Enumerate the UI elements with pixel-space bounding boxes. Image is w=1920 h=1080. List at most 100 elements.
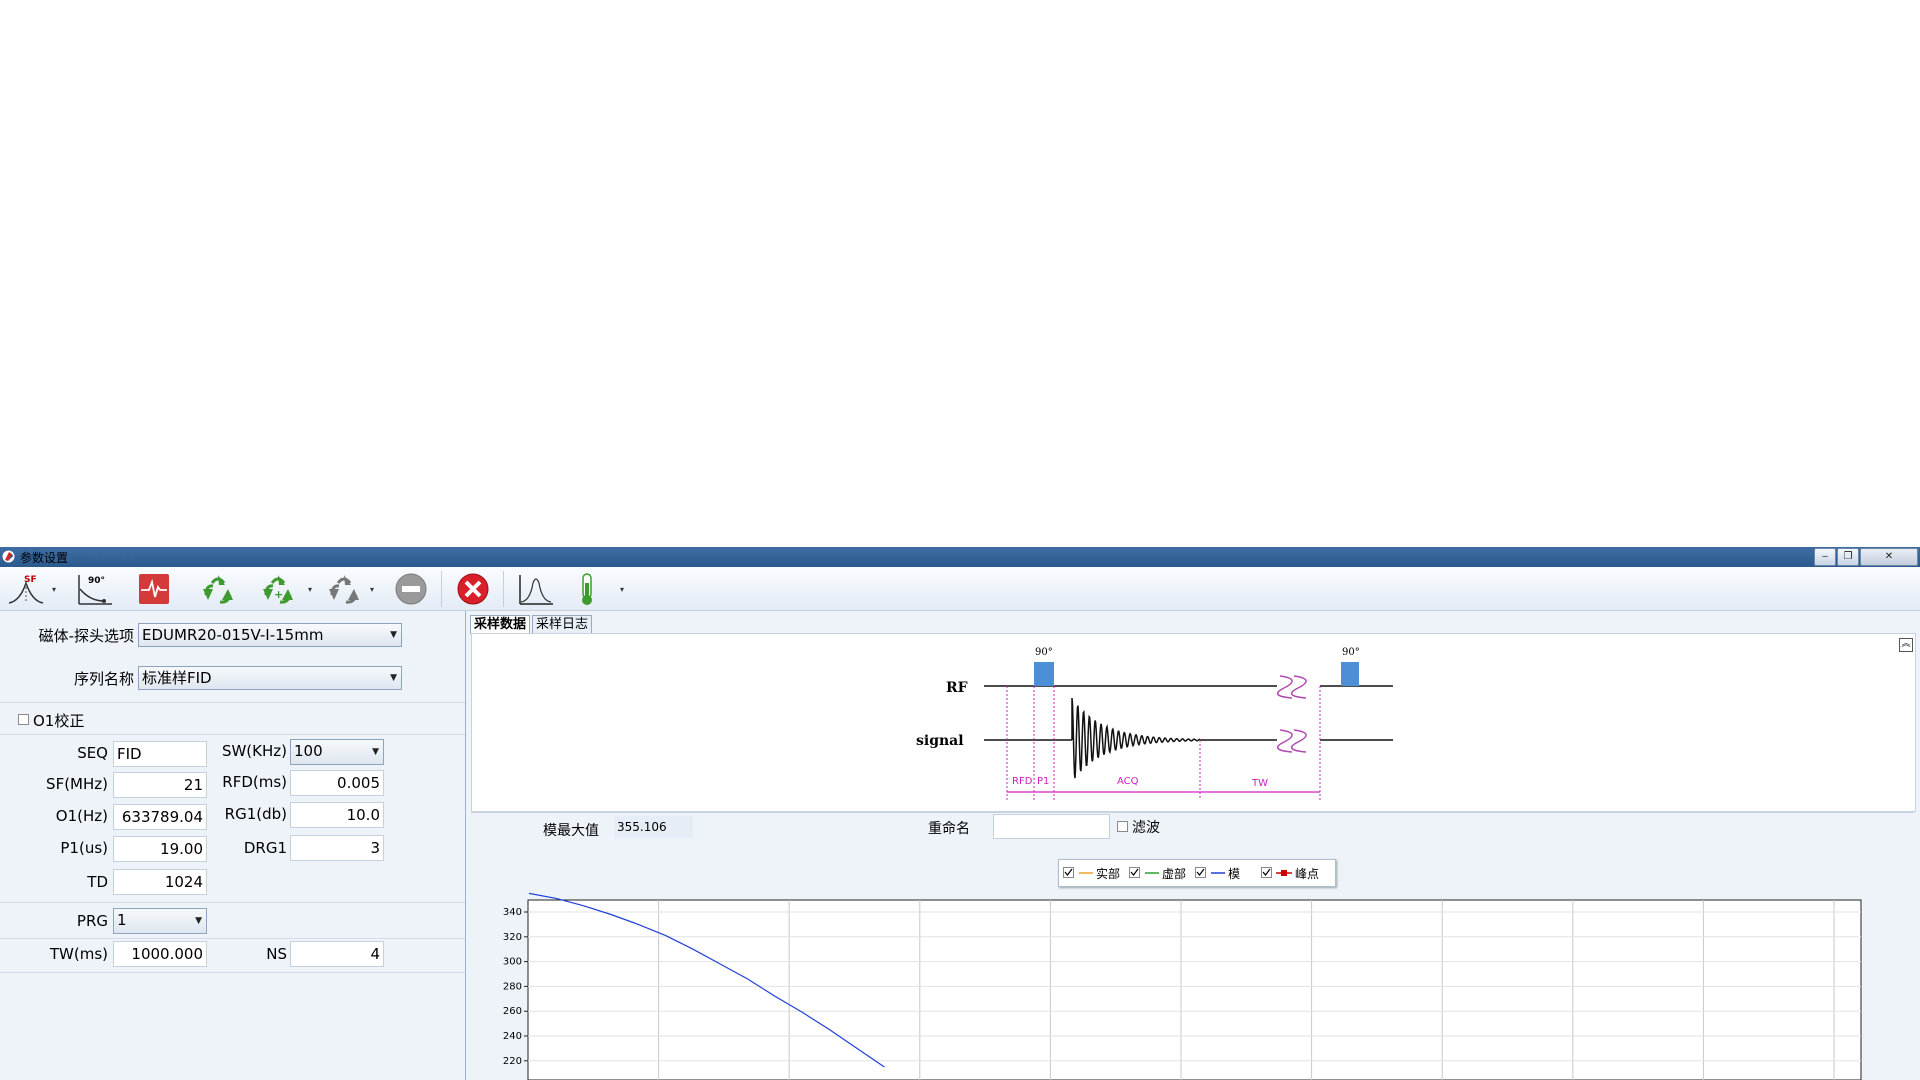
pulse-90-label-1: 90° — [1035, 647, 1053, 658]
tab-sampling-data[interactable]: 采样数据 — [470, 615, 531, 634]
tw-label: TW(ms) — [49, 945, 108, 963]
peak-curve-button[interactable] — [515, 571, 555, 607]
max-modulus-value: 355.106 — [614, 816, 693, 838]
temperature-button[interactable] — [573, 571, 601, 607]
recycle-gray-icon — [329, 575, 359, 604]
chevron-down-icon: ▼ — [390, 630, 397, 640]
break-symbol-signal — [1276, 729, 1307, 753]
toolbar-separator — [441, 571, 442, 607]
acq-timing-label: ACQ — [1117, 776, 1139, 787]
rfd-field[interactable]: 0.005 — [290, 770, 384, 796]
prg-select[interactable]: 1 ▼ — [113, 908, 207, 934]
collapse-icon[interactable]: ︽ — [1899, 638, 1913, 652]
y-tick-label: 300 — [503, 957, 522, 968]
sf-frequency-icon: SF — [8, 575, 44, 604]
recycle-green-add-icon: + — [263, 575, 293, 604]
rename-input[interactable] — [993, 814, 1110, 839]
rf-pulse-2 — [1341, 662, 1359, 686]
thermometer-icon — [582, 573, 592, 605]
plot-area — [527, 899, 1862, 1080]
rfd-label: RFD(ms) — [222, 773, 287, 791]
svg-text:+: + — [274, 588, 283, 601]
drg1-field[interactable]: 3 — [290, 835, 384, 861]
o1-correction-label: O1校正 — [33, 712, 85, 730]
max-modulus-label: 模最大值 — [543, 823, 599, 839]
magnet-probe-select[interactable]: EDUMR20-015V-I-15mm ▼ — [138, 623, 402, 647]
info-bar: 模最大值 355.106 重命名 滤波 — [471, 812, 1914, 841]
chevron-down-icon: ▼ — [195, 916, 202, 926]
tab-sampling-log[interactable]: 采样日志 — [532, 615, 593, 635]
y-tick-label: 260 — [503, 1006, 522, 1017]
signal-monitor-button[interactable] — [137, 571, 171, 607]
sf-field[interactable]: 21 — [113, 772, 207, 798]
recycle-green-icon — [203, 575, 233, 604]
sf-frequency-button[interactable]: SF — [6, 571, 46, 607]
recycle-add-dropdown-arrow[interactable]: ▾ — [308, 585, 312, 594]
p1-label: P1(us) — [60, 839, 108, 857]
close-red-icon — [457, 573, 489, 605]
o1-field[interactable]: 633789.04 — [113, 804, 207, 830]
title-bar: 参数设置 ·· ·· ·· ·· ·· ‒ ❐ ✕ — [0, 547, 1920, 567]
y-tick-label: 240 — [503, 1031, 522, 1042]
sf-dropdown-arrow[interactable]: ▾ — [52, 585, 56, 594]
p1-timing-label: P1 — [1037, 776, 1049, 787]
filter-checkbox[interactable] — [1117, 821, 1128, 832]
parameter-settings-window: 参数设置 ·· ·· ·· ·· ·· ‒ ❐ ✕ SF ▾ 90° + ▾ ▾… — [0, 547, 1920, 1080]
recycle-add-button[interactable]: + — [260, 571, 296, 607]
close-window-button[interactable]: ✕ — [1860, 548, 1918, 566]
toolbar-separator — [503, 571, 504, 607]
sw-value: 100 — [294, 742, 323, 760]
tw-field[interactable]: 1000.000 — [113, 941, 207, 967]
sequence-name-value: 标准样FID — [142, 669, 212, 687]
y-tick-label: 220 — [503, 1056, 522, 1067]
sw-select[interactable]: 100 ▼ — [290, 739, 384, 765]
ns-field[interactable]: 4 — [290, 941, 384, 967]
sequence-name-select[interactable]: 标准样FID ▼ — [138, 666, 402, 690]
recycle-gray-button[interactable] — [326, 571, 362, 607]
o1-correction-checkbox[interactable] — [18, 714, 29, 725]
pulse-90-icon: 90° — [78, 575, 112, 605]
stop-button[interactable] — [393, 571, 429, 607]
tw-timing-label: TW — [1251, 778, 1268, 789]
data-panel: 采样数据 采样日志 RF signal 90° 90° RFD P1 ACQ T… — [466, 611, 1920, 1080]
divider — [0, 734, 465, 735]
magnet-probe-label: 磁体-探头选项 — [38, 627, 134, 645]
fid-chart: 220 240 260 280 300 320 340 — [503, 892, 1862, 1080]
y-tick-label: 280 — [503, 981, 522, 992]
seq-field[interactable]: FID — [113, 741, 207, 767]
signal-monitor-icon — [139, 574, 169, 604]
divider — [0, 702, 465, 703]
sf-label: SF(MHz) — [46, 775, 108, 793]
filter-label: 滤波 — [1132, 820, 1160, 836]
recycle-gray-dropdown-arrow[interactable]: ▾ — [370, 585, 374, 594]
p1-field[interactable]: 19.00 — [113, 836, 207, 862]
rg1-field[interactable]: 10.0 — [290, 802, 384, 828]
break-symbol-rf — [1276, 675, 1307, 699]
window-title-blurred: ·· ·· ·· ·· ·· — [92, 550, 137, 561]
pulse-90-button[interactable]: 90° — [74, 571, 114, 607]
drg1-label: DRG1 — [243, 839, 287, 857]
app-logo-icon — [2, 550, 15, 563]
recycle-button[interactable] — [200, 571, 236, 607]
chevron-down-icon: ▼ — [372, 747, 379, 757]
parameter-panel: 磁体-探头选项 EDUMR20-015V-I-15mm ▼ 序列名称 标准样FI… — [0, 611, 466, 1080]
rfd-timing-label: RFD — [1012, 776, 1033, 787]
svg-text:90°: 90° — [88, 576, 105, 586]
minimize-button[interactable]: ‒ — [1814, 548, 1836, 566]
stop-icon — [395, 573, 427, 605]
pulse-sequence-diagram: RF signal 90° 90° RFD P1 ACQ TW ︽ — [471, 633, 1916, 812]
td-label: TD — [87, 873, 108, 891]
td-field[interactable]: 1024 — [113, 869, 207, 895]
restore-button[interactable]: ❐ — [1837, 548, 1859, 566]
divider — [0, 938, 465, 939]
temperature-dropdown-arrow[interactable]: ▾ — [620, 585, 624, 594]
window-title: 参数设置 — [20, 551, 69, 565]
y-tick-label: 320 — [503, 932, 522, 943]
prg-value: 1 — [117, 911, 127, 929]
abort-button[interactable] — [455, 571, 491, 607]
sequence-name-label: 序列名称 — [73, 670, 134, 688]
peak-curve-icon — [519, 575, 553, 605]
signal-label: signal — [916, 733, 964, 749]
ns-label: NS — [266, 945, 287, 963]
divider — [0, 972, 465, 973]
